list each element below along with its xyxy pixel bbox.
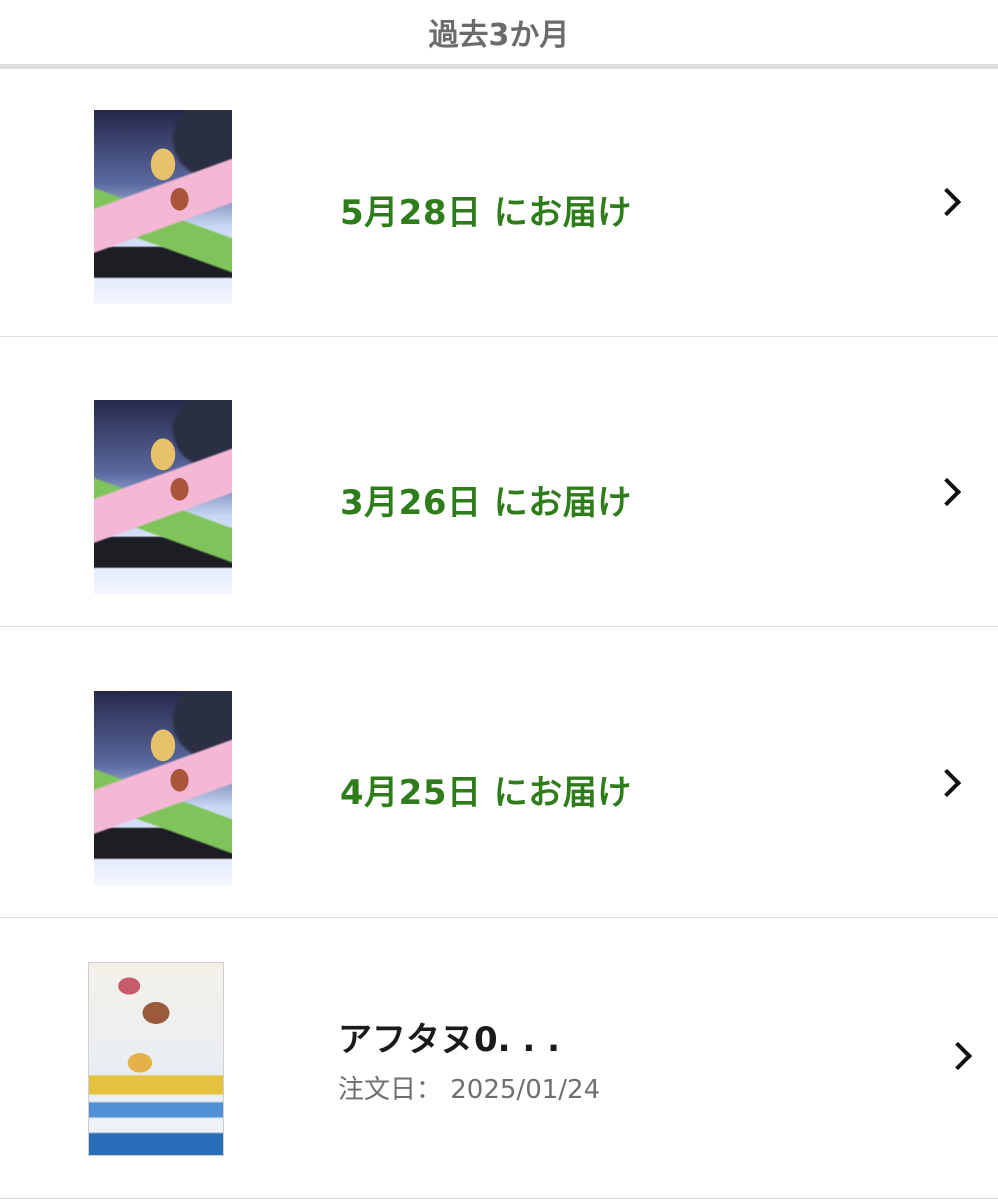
product-thumbnail [88, 962, 224, 1156]
order-row[interactable]: 3月26日 にお届け [0, 337, 998, 627]
chevron-right-icon[interactable] [932, 477, 962, 507]
delivery-date-label: 5月28日 にお届け [340, 193, 632, 233]
order-row[interactable]: 4月25日 にお届け [0, 627, 998, 918]
chevron-right-icon[interactable] [932, 768, 962, 798]
order-row[interactable]: アフタヌ0. . . 注文日： 2025/01/24 [0, 918, 998, 1199]
product-title: アフタヌ0. . . [338, 1020, 561, 1060]
delivery-date-label: 3月26日 にお届け [340, 483, 632, 523]
chevron-right-icon[interactable] [932, 187, 962, 217]
order-row[interactable]: 5月28日 にお届け [0, 69, 998, 337]
order-date: 注文日： 2025/01/24 [338, 1075, 601, 1105]
product-thumbnail [94, 110, 232, 304]
product-thumbnail [94, 691, 232, 885]
section-header: 過去3か月 [0, 0, 998, 64]
chevron-right-icon[interactable] [943, 1041, 973, 1071]
delivery-date-label: 4月25日 にお届け [340, 773, 632, 813]
section-title: 過去3か月 [428, 18, 570, 53]
product-thumbnail [94, 400, 232, 594]
